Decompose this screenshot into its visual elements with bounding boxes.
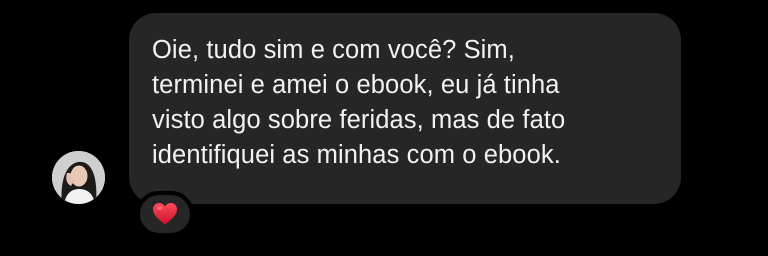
message-bubble[interactable]: Oie, tudo sim e com você? Sim, terminei … xyxy=(129,13,681,204)
reaction-badge[interactable] xyxy=(136,191,194,237)
profile-photo-avatar-icon xyxy=(52,151,105,204)
message-text: Oie, tudo sim e com você? Sim, terminei … xyxy=(152,36,566,169)
chat-thread: Oie, tudo sim e com você? Sim, terminei … xyxy=(0,0,768,256)
red-heart-icon xyxy=(153,203,177,225)
sender-avatar[interactable] xyxy=(52,151,105,204)
